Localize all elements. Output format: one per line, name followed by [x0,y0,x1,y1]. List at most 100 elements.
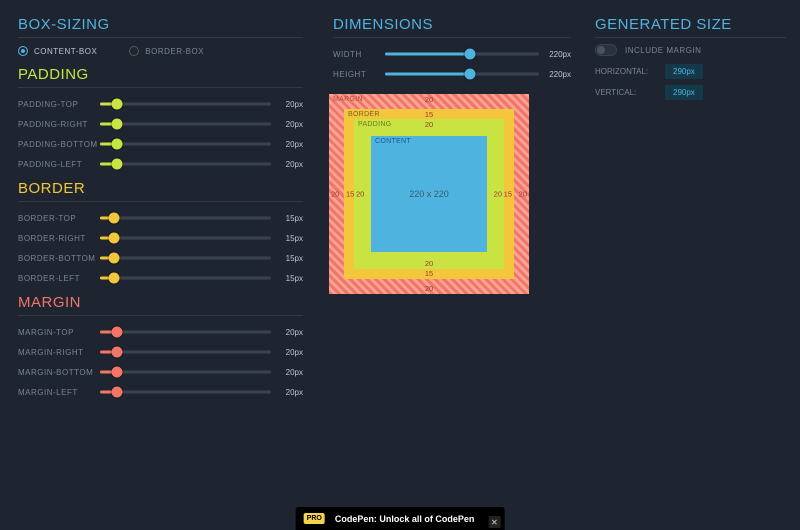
slider-track [100,371,271,374]
slider-thumb-icon [464,49,475,60]
slider-track [100,331,271,334]
slider-label: MARGIN-BOTTOM [18,368,100,377]
slider-thumb-icon [112,347,123,358]
slider-track [100,217,271,220]
slider-value: 15px [271,214,303,223]
slider-label: BORDER-LEFT [18,274,100,283]
slider-label: MARGIN-LEFT [18,388,100,397]
dimension-slider[interactable] [385,49,539,59]
margin-slider[interactable] [100,347,271,357]
slider-value: 20px [271,160,303,169]
slider-label: BORDER-BOTTOM [18,254,100,263]
slider-thumb-icon [112,159,123,170]
radio-border-box[interactable]: BORDER-BOX [129,46,204,56]
slider-row: WIDTH 220px [325,44,581,64]
content-label: CONTENT [375,138,411,145]
slider-row: BORDER-TOP15px [0,208,321,228]
padding-box: PADDING 20 20 20 20 CONTENT 220 x 220 [354,119,504,269]
padding-top-value: 20 [425,120,433,129]
toggle-knob-icon [597,46,605,54]
margin-slider[interactable] [100,367,271,377]
slider-value: 20px [271,388,303,397]
promo-text: CodePen: Unlock all of CodePen [335,514,475,524]
border-slider[interactable] [100,213,271,223]
radio-dot-icon [129,46,139,56]
slider-label: PADDING-LEFT [18,160,100,169]
slider-track [100,257,271,260]
margin-top-value: 20 [425,95,433,104]
slider-thumb-icon [108,213,119,224]
box-sizing-heading: BOX-SIZING [18,16,303,38]
content-dimensions-text: 220 x 220 [409,189,449,199]
slider-thumb-icon [112,387,123,398]
slider-label: PADDING-RIGHT [18,120,100,129]
pro-badge-icon: PRO [304,513,325,524]
slider-label: HEIGHT [333,70,385,79]
padding-slider[interactable] [100,139,271,149]
box-model-visualization: MARGIN 20 20 20 20 BORDER 15 15 15 15 PA… [325,84,581,294]
slider-value: 20px [271,328,303,337]
slider-row: MARGIN-LEFT 20px [0,382,321,402]
slider-thumb-icon [112,367,123,378]
slider-value: 20px [271,368,303,377]
border-slider[interactable] [100,233,271,243]
margin-left-value: 20 [331,190,339,199]
slider-track [100,391,271,394]
slider-label: BORDER-RIGHT [18,234,100,243]
slider-label: MARGIN-RIGHT [18,348,100,357]
padding-right-value: 20 [494,190,502,199]
padding-slider[interactable] [100,159,271,169]
dimensions-heading: DIMENSIONS [333,16,571,38]
dimension-slider[interactable] [385,69,539,79]
include-margin-toggle[interactable] [595,44,617,56]
generated-vertical-value: 290px [665,85,703,100]
content-box: CONTENT 220 x 220 [371,136,487,252]
radio-dot-icon [18,46,28,56]
margin-slider[interactable] [100,387,271,397]
slider-fill [385,53,470,56]
padding-label: PADDING [358,121,391,128]
slider-label: MARGIN-TOP [18,328,100,337]
padding-left-value: 20 [356,190,364,199]
padding-slider[interactable] [100,99,271,109]
slider-track [100,237,271,240]
slider-thumb-icon [112,139,123,150]
slider-value: 15px [271,254,303,263]
slider-track [100,123,271,126]
slider-row: PADDING-TOP 20px [0,94,321,114]
slider-value: 20px [271,100,303,109]
slider-thumb-icon [464,69,475,80]
border-heading: BORDER [18,180,303,202]
close-icon[interactable]: ✕ [488,516,500,528]
generated-vertical-label: VERTICAL: [595,88,665,97]
slider-label: WIDTH [333,50,385,59]
padding-bottom-value: 20 [425,259,433,268]
border-slider[interactable] [100,253,271,263]
margin-slider[interactable] [100,327,271,337]
generated-horizontal-label: HORIZONTAL: [595,67,665,76]
radio-content-box[interactable]: CONTENT-BOX [18,46,97,56]
border-box: BORDER 15 15 15 15 PADDING 20 20 20 20 C… [344,109,514,279]
slider-label: PADDING-TOP [18,100,100,109]
include-margin-label: INCLUDE MARGIN [625,46,701,55]
slider-row: MARGIN-TOP 20px [0,322,321,342]
slider-track [100,351,271,354]
slider-thumb-icon [112,119,123,130]
margin-bottom-value: 20 [425,284,433,293]
codepen-promo-banner[interactable]: PRO CodePen: Unlock all of CodePen ✕ [296,507,505,530]
padding-slider[interactable] [100,119,271,129]
generated-horizontal-value: 290px [665,64,703,79]
slider-thumb-icon [108,233,119,244]
slider-row: HEIGHT220px [325,64,581,84]
border-slider[interactable] [100,273,271,283]
slider-row: MARGIN-RIGHT20px [0,342,321,362]
slider-thumb-icon [112,327,123,338]
slider-track [100,277,271,280]
slider-label: PADDING-BOTTOM [18,140,100,149]
slider-thumb-icon [112,99,123,110]
slider-row: PADDING-LEFT 20px [0,154,321,174]
slider-value: 220px [539,50,571,59]
margin-right-value: 20 [519,190,527,199]
slider-row: BORDER-LEFT15px [0,268,321,288]
slider-value: 20px [271,140,303,149]
